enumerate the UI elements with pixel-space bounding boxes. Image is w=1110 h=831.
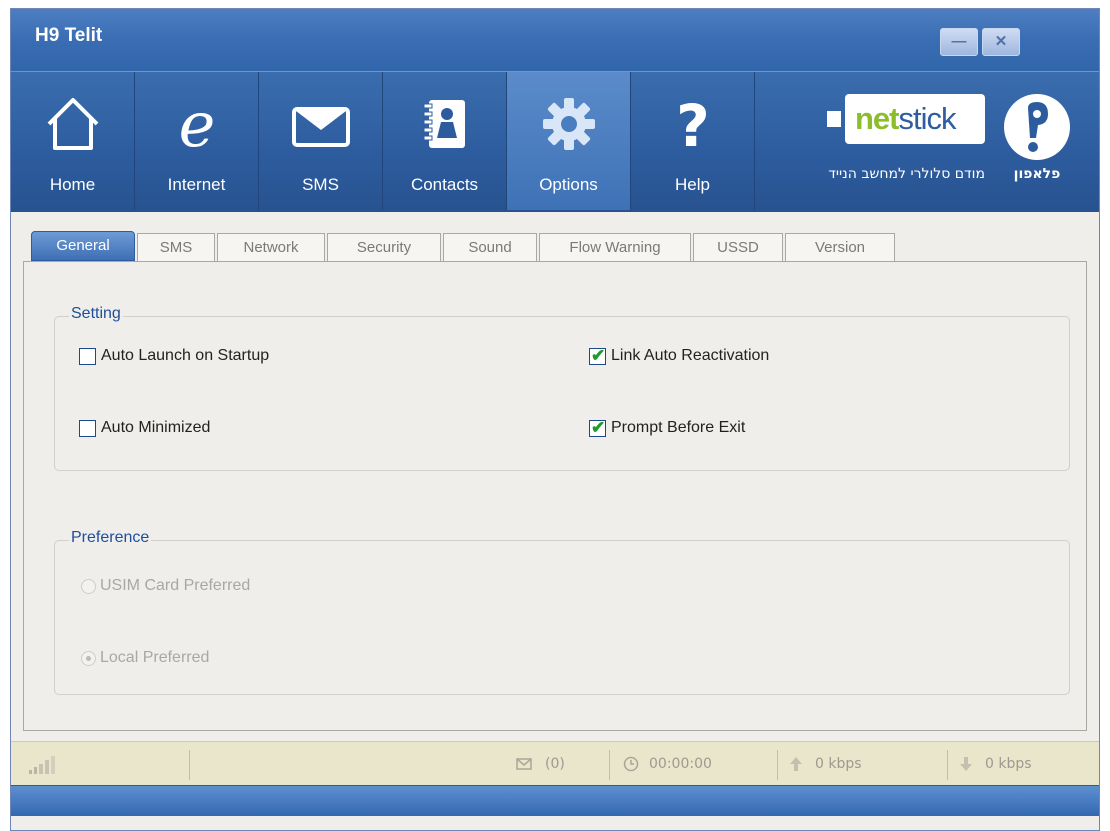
auto-minimized-checkbox[interactable] xyxy=(79,419,96,437)
toolbar-home-label: Home xyxy=(49,175,96,194)
question-icon: ? xyxy=(631,94,754,154)
brand-wordmark: netstick xyxy=(855,101,957,136)
usim-preferred-radio-row[interactable]: USIM Card Preferred xyxy=(81,577,250,595)
window-title: H9 Telit xyxy=(35,25,103,46)
toolbar-internet-button[interactable]: e Internet xyxy=(135,72,259,210)
tab-network[interactable]: Network xyxy=(217,233,325,261)
toolbar-sms-label: SMS xyxy=(302,175,339,194)
tab-ussd[interactable]: USSD xyxy=(693,233,783,261)
usim-preferred-radio[interactable] xyxy=(81,578,96,594)
minimize-button[interactable]: — xyxy=(940,28,978,56)
prompt-before-exit-checkbox-row[interactable]: ✔ Prompt Before Exit xyxy=(589,417,746,437)
status-separator xyxy=(189,750,190,780)
setting-legend: Setting xyxy=(69,305,123,323)
status-separator xyxy=(947,750,948,780)
status-separator xyxy=(777,750,778,780)
tab-version[interactable]: Version xyxy=(785,233,895,261)
preference-legend: Preference xyxy=(69,529,152,547)
link-auto-reactivation-checkbox-row[interactable]: ✔ Link Auto Reactivation xyxy=(589,345,770,365)
toolbar-sms-button[interactable]: SMS xyxy=(259,72,383,210)
link-auto-reactivation-checkbox[interactable]: ✔ xyxy=(589,345,606,365)
internet-icon: e xyxy=(135,94,258,154)
setting-group: Setting Auto Launch on Startup ✔ Link Au… xyxy=(54,305,1070,471)
close-button[interactable]: ✕ xyxy=(982,28,1020,56)
pelephone-logo-text: פלאפון xyxy=(1013,166,1061,182)
svg-text:e: e xyxy=(178,94,215,154)
upload-speed: 0 kbps xyxy=(815,756,862,772)
checkmark-icon: ✔ xyxy=(591,417,606,437)
toolbar-contacts-label: Contacts xyxy=(410,175,479,194)
auto-launch-checkbox[interactable] xyxy=(79,347,96,365)
status-bar: (0) 00:00:00 0 kbps 0 kbps xyxy=(11,741,1099,786)
svg-text:?: ? xyxy=(676,94,710,154)
home-icon xyxy=(11,94,134,154)
toolbar-internet-label: Internet xyxy=(167,175,226,194)
auto-minimized-label: Auto Minimized xyxy=(101,419,211,436)
tab-general[interactable]: General xyxy=(31,231,135,261)
toolbar-options-label: Options xyxy=(539,175,598,194)
toolbar-help-label: Help xyxy=(675,175,710,194)
local-preferred-radio-row[interactable]: Local Preferred xyxy=(81,649,209,667)
tab-security[interactable]: Security xyxy=(327,233,441,261)
local-preferred-radio[interactable] xyxy=(81,650,96,666)
download-speed: 0 kbps xyxy=(985,756,1032,772)
title-bar[interactable]: H9 Telit — ✕ xyxy=(11,9,1099,71)
signal-strength-icon xyxy=(29,756,55,779)
message-icon xyxy=(516,757,532,776)
toolbar-contacts-button[interactable]: Contacts xyxy=(383,72,507,210)
app-window: H9 Telit — ✕ Home e Internet SMS Contact… xyxy=(10,8,1100,831)
tab-sms[interactable]: SMS xyxy=(137,233,215,261)
minimize-icon: — xyxy=(951,33,967,50)
link-auto-reactivation-label: Link Auto Reactivation xyxy=(611,347,770,364)
main-toolbar: Home e Internet SMS Contacts Options ? H… xyxy=(11,71,1099,212)
usim-preferred-label: USIM Card Preferred xyxy=(100,577,251,594)
contacts-icon xyxy=(383,94,506,154)
brand-subtitle: מודם סלולרי למחשב הנייד xyxy=(828,166,985,182)
prompt-before-exit-checkbox[interactable]: ✔ xyxy=(589,417,606,437)
pelephone-logo-icon xyxy=(1004,94,1070,160)
radio-selected-dot xyxy=(86,655,91,661)
download-arrow-icon xyxy=(959,756,973,777)
status-separator xyxy=(609,750,610,780)
checkmark-icon: ✔ xyxy=(591,345,606,365)
plug-icon xyxy=(827,111,841,127)
connection-duration: 00:00:00 xyxy=(649,756,712,772)
tab-flow-warning[interactable]: Flow Warning xyxy=(539,233,691,261)
netstick-logo: netstick xyxy=(827,94,985,144)
auto-launch-checkbox-row[interactable]: Auto Launch on Startup xyxy=(79,347,269,365)
prompt-before-exit-label: Prompt Before Exit xyxy=(611,419,746,436)
general-tab-panel: Setting Auto Launch on Startup ✔ Link Au… xyxy=(23,261,1087,731)
toolbar-options-button[interactable]: Options xyxy=(507,72,631,210)
close-icon: ✕ xyxy=(994,33,1008,50)
bottom-frame-bar xyxy=(11,785,1099,816)
toolbar-help-button[interactable]: ? Help xyxy=(631,72,755,210)
local-preferred-label: Local Preferred xyxy=(100,649,210,666)
auto-launch-label: Auto Launch on Startup xyxy=(101,347,270,364)
auto-minimized-checkbox-row[interactable]: Auto Minimized xyxy=(79,419,210,437)
gear-icon xyxy=(507,94,630,154)
envelope-icon xyxy=(259,94,382,154)
tab-sound[interactable]: Sound xyxy=(443,233,537,261)
message-count: (0) xyxy=(545,756,565,772)
clock-icon xyxy=(623,756,639,777)
preference-group: Preference USIM Card Preferred Local Pre… xyxy=(54,529,1070,695)
upload-arrow-icon xyxy=(789,756,803,777)
toolbar-home-button[interactable]: Home xyxy=(11,72,135,210)
